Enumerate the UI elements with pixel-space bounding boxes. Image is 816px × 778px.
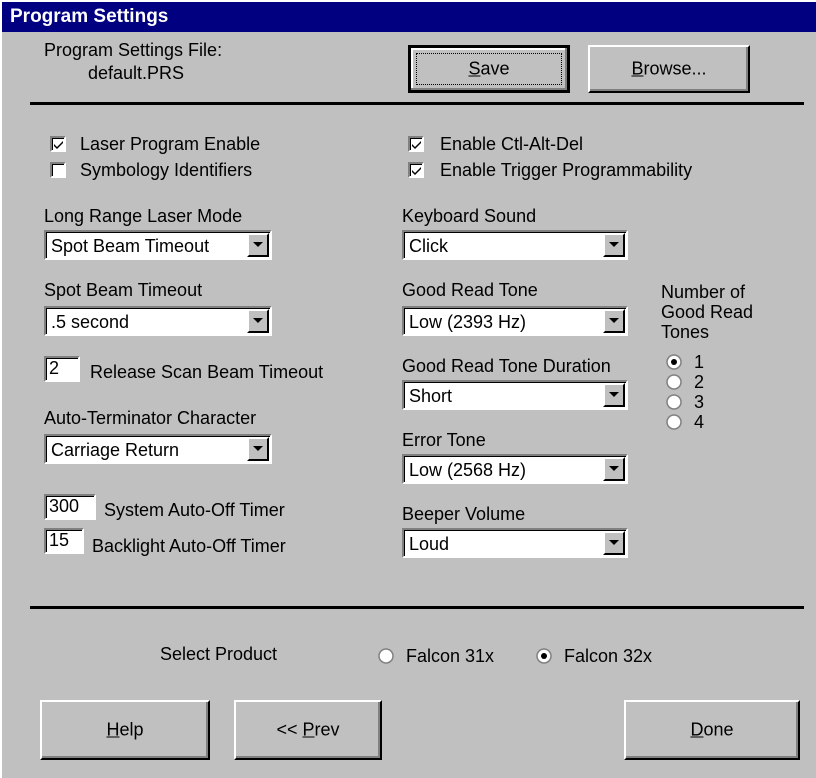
chevron-down-icon — [253, 318, 263, 323]
good-read-tone-label: Good Read Tone — [402, 280, 538, 300]
tones-option-1: 1 — [694, 352, 705, 372]
chevron-down-icon — [609, 242, 619, 247]
dropdown-button[interactable] — [603, 383, 625, 407]
product-radio-falcon-32x[interactable] — [536, 648, 552, 664]
tones-label-line1: Number of — [661, 282, 746, 302]
tones-option-4: 4 — [694, 412, 705, 432]
good-read-tone-select[interactable]: Low (2393 Hz) — [402, 306, 628, 336]
beeper-volume-label: Beeper Volume — [402, 504, 526, 524]
backlight-auto-off-timer-input[interactable]: 15 — [44, 528, 84, 554]
checkmark-icon — [54, 141, 63, 149]
auto-terminator-character-select[interactable]: Carriage Return — [44, 434, 272, 464]
tones-radio-4[interactable] — [666, 414, 682, 430]
dropdown-button[interactable] — [603, 233, 625, 257]
prev-prefix: << — [276, 719, 303, 740]
spot-beam-timeout-value: .5 second — [51, 312, 130, 332]
error-tone-select[interactable]: Low (2568 Hz) — [402, 454, 628, 484]
keyboard-sound-value: Click — [409, 236, 448, 256]
dropdown-button[interactable] — [247, 437, 269, 461]
chevron-down-icon — [609, 540, 619, 545]
prev-key: P — [302, 719, 315, 740]
long-range-laser-mode-select[interactable]: Spot Beam Timeout — [44, 230, 272, 260]
long-range-laser-mode-value: Spot Beam Timeout — [51, 236, 210, 256]
browse-key: B — [631, 58, 644, 79]
help-rest: elp — [119, 719, 144, 740]
chevron-down-icon — [609, 466, 619, 471]
spot-beam-timeout-select[interactable]: .5 second — [44, 306, 272, 336]
browse-rest: rowse... — [643, 58, 707, 79]
browse-button[interactable]: Browse... — [588, 45, 750, 93]
select-product-label: Select Product — [160, 644, 278, 664]
beeper-volume-select[interactable]: Loud — [402, 528, 628, 558]
settings-file-name: default.PRS — [88, 63, 185, 83]
tones-option-2: 2 — [694, 372, 705, 392]
keyboard-sound-label: Keyboard Sound — [402, 206, 537, 226]
good-read-tone-value: Low (2393 Hz) — [409, 312, 527, 332]
tones-radio-2[interactable] — [666, 374, 682, 390]
symbology-identifiers-label: Symbology Identifiers — [80, 160, 253, 180]
release-scan-beam-timeout-label: Release Scan Beam Timeout — [90, 362, 324, 382]
done-key: D — [690, 719, 704, 740]
tones-option-3: 3 — [694, 392, 705, 412]
system-auto-off-timer-label: System Auto-Off Timer — [104, 500, 285, 520]
spot-beam-timeout-label: Spot Beam Timeout — [44, 280, 203, 300]
error-tone-label: Error Tone — [402, 430, 486, 450]
good-read-tone-duration-select[interactable]: Short — [402, 380, 628, 410]
enable-trigger-programmability-checkbox[interactable] — [408, 162, 424, 178]
backlight-auto-off-timer-label: Backlight Auto-Off Timer — [92, 536, 286, 556]
done-button[interactable]: Done — [624, 700, 800, 760]
enable-ctl-alt-del-label: Enable Ctl-Alt-Del — [440, 134, 584, 154]
laser-program-enable-checkbox[interactable] — [50, 136, 66, 152]
release-scan-beam-timeout-input[interactable]: 2 — [44, 356, 80, 382]
beeper-volume-value: Loud — [409, 534, 450, 554]
window-title: Program Settings — [10, 6, 169, 27]
symbology-identifiers-checkbox[interactable] — [50, 162, 66, 178]
tones-radio-3[interactable] — [666, 394, 682, 410]
bottom-divider — [30, 606, 804, 609]
tones-label-line2: Good Read — [661, 302, 754, 322]
prev-rest: rev — [314, 719, 340, 740]
enable-ctl-alt-del-checkbox[interactable] — [408, 136, 424, 152]
title-bar: Program Settings — [2, 2, 816, 32]
dropdown-button[interactable] — [247, 309, 269, 333]
tones-radio-1[interactable] — [666, 354, 682, 370]
auto-terminator-character-value: Carriage Return — [51, 440, 180, 460]
laser-program-enable-label: Laser Program Enable — [80, 134, 261, 154]
chevron-down-icon — [253, 242, 263, 247]
tones-label-line3: Tones — [661, 322, 710, 342]
good-read-tone-duration-label: Good Read Tone Duration — [402, 356, 611, 376]
dropdown-button[interactable] — [603, 309, 625, 333]
product-option-falcon-31x: Falcon 31x — [406, 646, 495, 666]
product-radio-falcon-31x[interactable] — [378, 648, 394, 664]
save-rest: ave — [480, 58, 510, 79]
chevron-down-icon — [253, 446, 263, 451]
dropdown-button[interactable] — [247, 233, 269, 257]
chevron-down-icon — [609, 318, 619, 323]
product-option-falcon-32x: Falcon 32x — [564, 646, 653, 666]
help-key: H — [106, 719, 120, 740]
good-read-tone-duration-value: Short — [409, 386, 453, 406]
checkmark-icon — [412, 141, 421, 149]
dropdown-button[interactable] — [603, 531, 625, 555]
system-auto-off-timer-input[interactable]: 300 — [44, 494, 96, 520]
done-rest: one — [703, 719, 734, 740]
save-key: S — [468, 58, 481, 79]
auto-terminator-character-label: Auto-Terminator Character — [44, 408, 257, 428]
save-button[interactable]: Save — [408, 45, 570, 93]
long-range-laser-mode-label: Long Range Laser Mode — [44, 206, 243, 226]
help-button[interactable]: Help — [40, 700, 210, 760]
dropdown-button[interactable] — [603, 457, 625, 481]
checkmark-icon — [412, 167, 421, 175]
error-tone-value: Low (2568 Hz) — [409, 460, 527, 480]
settings-file-label: Program Settings File: — [44, 40, 223, 60]
keyboard-sound-select[interactable]: Click — [402, 230, 628, 260]
chevron-down-icon — [609, 392, 619, 397]
prev-button[interactable]: << Prev — [234, 700, 382, 760]
enable-trigger-programmability-label: Enable Trigger Programmability — [440, 160, 693, 180]
top-divider — [30, 102, 804, 105]
